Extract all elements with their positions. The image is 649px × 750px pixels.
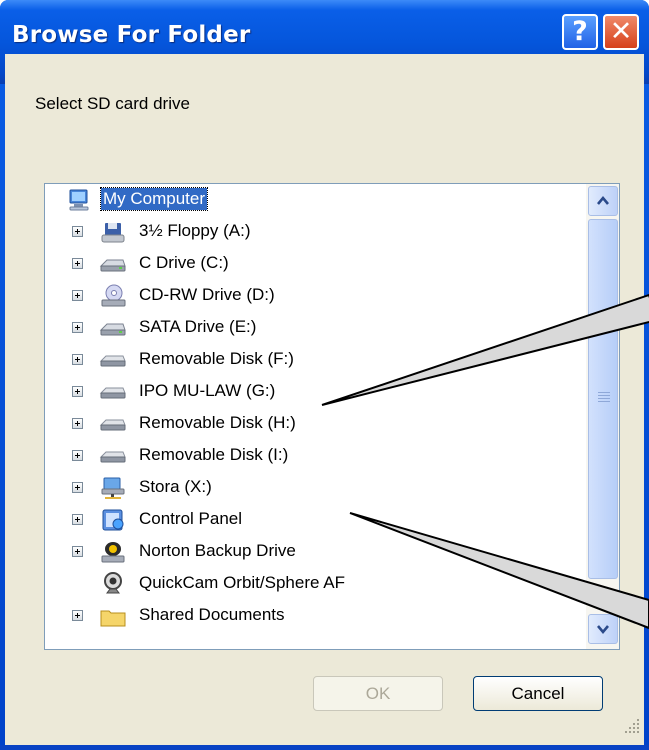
expand-plus-icon[interactable] (72, 354, 83, 365)
tree-root-row[interactable]: My Computer (45, 184, 585, 216)
expand-plus-icon[interactable] (72, 226, 83, 237)
tree-item-label: CD-RW Drive (D:) (139, 285, 275, 304)
tree-item[interactable]: Norton Backup Drive (45, 536, 585, 568)
tree-item[interactable]: Stora (X:) (45, 472, 585, 504)
tree-items: My Computer 3½ Floppy (A:) C Drive (C:) CD… (45, 184, 585, 649)
expand-plus-icon[interactable] (72, 450, 83, 461)
norton-drive-icon (101, 542, 125, 563)
tree-item-label: Removable Disk (H:) (139, 413, 296, 432)
tree-item[interactable]: IPO MU-LAW (G:) (45, 376, 585, 408)
expand-plus-icon[interactable] (72, 322, 83, 333)
hard-drive-icon (99, 259, 126, 272)
help-button[interactable]: ? (562, 14, 598, 50)
scroll-down-button[interactable] (588, 614, 618, 644)
tree-item[interactable]: QuickCam Orbit/Sphere AF (45, 568, 585, 600)
close-icon: ✕ (609, 16, 633, 47)
webcam-icon (104, 572, 122, 594)
tree-item-label: IPO MU-LAW (G:) (139, 381, 276, 400)
tree-item-label: 3½ Floppy (A:) (139, 221, 251, 240)
folder-icon (100, 610, 126, 627)
chevron-down-icon (597, 625, 609, 635)
tree-item[interactable]: Shared Documents (45, 600, 585, 632)
hard-drive-icon (99, 323, 126, 336)
help-icon: ? (572, 16, 588, 47)
tree-item-label: Removable Disk (I:) (139, 445, 289, 464)
floppy-drive-icon (101, 223, 125, 243)
expand-plus-icon[interactable] (72, 610, 83, 621)
tree-item[interactable]: 3½ Floppy (A:) (45, 216, 585, 248)
expand-plus-icon[interactable] (72, 290, 83, 301)
tree-item[interactable]: C Drive (C:) (45, 248, 585, 280)
dialog-body: Select SD card drive My Computer 3½ Flop… (5, 54, 644, 745)
prompt-text: Select SD card drive (35, 94, 190, 113)
tree-item-label: SATA Drive (E:) (139, 317, 257, 336)
folder-tree[interactable]: My Computer 3½ Floppy (A:) C Drive (C:) CD… (44, 183, 620, 650)
expand-plus-icon[interactable] (72, 482, 83, 493)
removable-disk-icon (99, 419, 126, 431)
tree-item-label: QuickCam Orbit/Sphere AF (139, 573, 345, 592)
tree-item[interactable]: SATA Drive (E:) (45, 312, 585, 344)
removable-disk-icon (99, 355, 126, 367)
tree-item-label: Removable Disk (F:) (139, 349, 294, 368)
resize-grip-icon[interactable] (623, 717, 641, 735)
window-bottom-border (0, 745, 649, 750)
tree-item[interactable]: Removable Disk (F:) (45, 344, 585, 376)
tree-item-label: Shared Documents (139, 605, 285, 624)
vertical-scrollbar[interactable] (586, 184, 619, 649)
tree-root-label: My Computer (99, 187, 209, 211)
tree-item[interactable]: CD-RW Drive (D:) (45, 280, 585, 312)
my-computer-icon (69, 189, 89, 211)
expand-plus-icon[interactable] (72, 546, 83, 557)
thumb-grip-line (598, 392, 610, 393)
cd-drive-icon (101, 284, 126, 307)
tree-item-label: Control Panel (139, 509, 243, 528)
thumb-grip-line (598, 395, 610, 396)
network-drive-icon (101, 477, 125, 499)
thumb-grip-line (598, 401, 610, 402)
ok-button[interactable]: OK (313, 676, 443, 711)
expand-plus-icon[interactable] (72, 386, 83, 397)
control-panel-icon (102, 509, 124, 531)
tree-item[interactable]: Removable Disk (H:) (45, 408, 585, 440)
cancel-button[interactable]: Cancel (473, 676, 603, 711)
expand-plus-icon[interactable] (72, 514, 83, 525)
chevron-up-icon (597, 195, 609, 205)
tree-item-label: Norton Backup Drive (139, 541, 296, 560)
removable-disk-icon (99, 451, 126, 463)
tree-item[interactable]: Removable Disk (I:) (45, 440, 585, 472)
scroll-thumb[interactable] (588, 219, 618, 579)
scroll-up-button[interactable] (588, 186, 618, 216)
browse-for-folder-window: Browse For Folder ? ✕ Select SD card dri… (0, 0, 649, 750)
tree-item[interactable]: Control Panel (45, 504, 585, 536)
window-title: Browse For Folder (12, 22, 251, 48)
expand-plus-icon[interactable] (72, 418, 83, 429)
tree-item-label: Stora (X:) (139, 477, 212, 496)
tree-item-label: C Drive (C:) (139, 253, 229, 272)
removable-disk-icon (99, 387, 126, 399)
thumb-grip-line (598, 398, 610, 399)
close-button[interactable]: ✕ (603, 14, 639, 50)
expand-plus-icon[interactable] (72, 258, 83, 269)
